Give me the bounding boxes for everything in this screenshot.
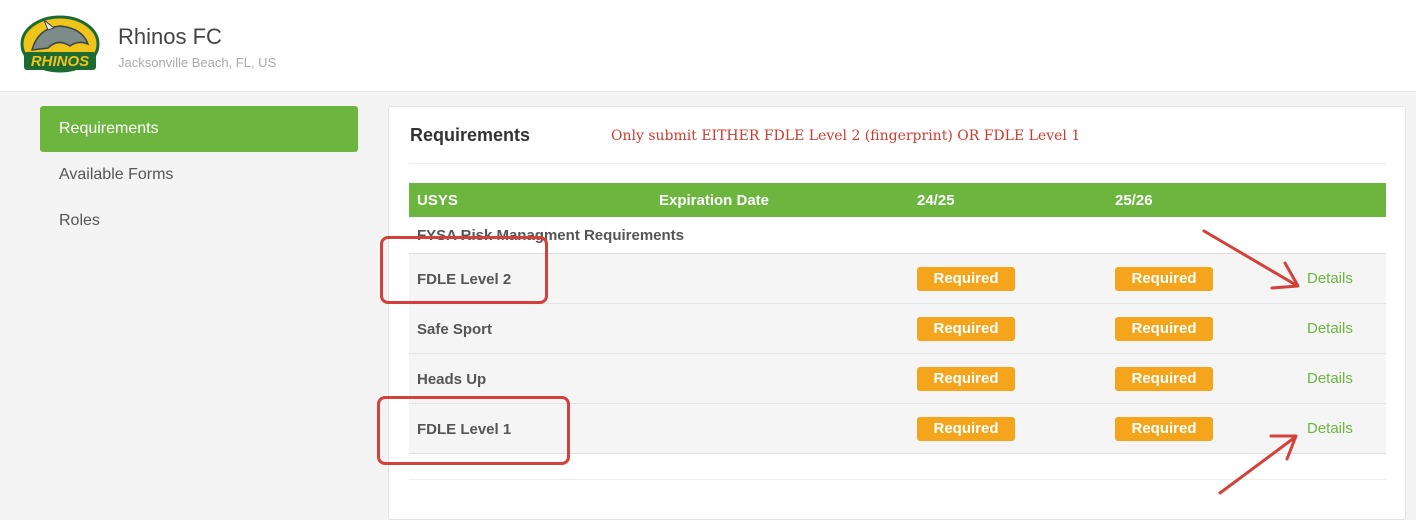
arrow-up-right-icon <box>1218 436 1296 495</box>
annotation-arrows <box>1202 229 1300 495</box>
arrow-down-right-icon <box>1202 229 1298 287</box>
